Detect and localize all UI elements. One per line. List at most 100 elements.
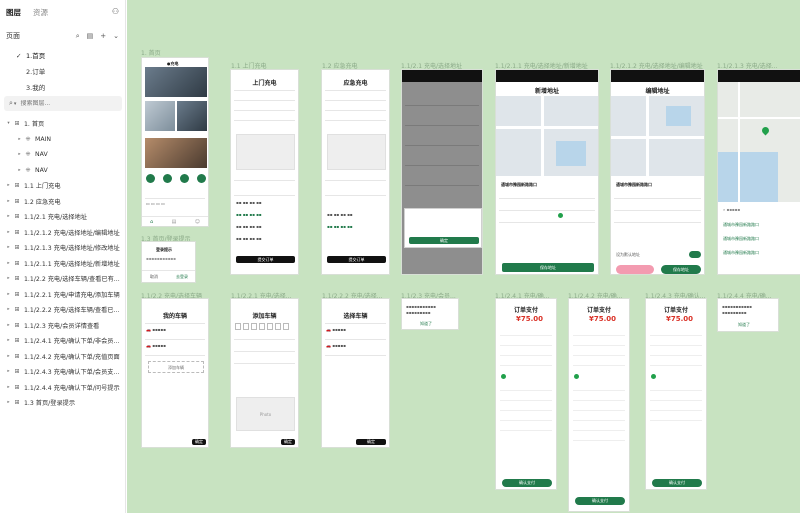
layer-label: 1.2 应急充电 <box>24 198 61 206</box>
save-address-button[interactable]: 保存地址 <box>502 263 594 272</box>
submit-button[interactable]: 提交订单 <box>327 256 386 263</box>
pay-button[interactable]: 确认支付 <box>575 497 625 505</box>
artboard-order-3[interactable]: 订单支付 ¥75.00 确认支付 <box>645 298 707 490</box>
artboard-select-address[interactable]: 确定 <box>401 69 483 275</box>
home-icon[interactable]: ⌂ <box>150 219 153 225</box>
page-item-home[interactable]: ✓ 1.首页 <box>16 48 45 64</box>
caret-right-icon[interactable]: ▸ <box>5 354 12 359</box>
layer-row[interactable]: ▾ ⊞ 1. 首页 <box>0 116 126 132</box>
caret-right-icon[interactable]: ▸ <box>5 369 12 374</box>
artboard-order-2[interactable]: 订单支付 ¥75.00 确认支付 <box>568 298 630 512</box>
address-result[interactable]: 通城市豫园新路路口 <box>723 222 759 228</box>
artboard-add-car[interactable]: 添加车辆 Photo 确定 <box>230 298 299 448</box>
photo-placeholder[interactable]: Photo <box>236 397 295 431</box>
cancel-button[interactable]: 取消 <box>150 274 158 280</box>
caret-right-icon[interactable]: ▸ <box>5 385 12 390</box>
page-item-orders[interactable]: 2.订单 <box>16 64 45 80</box>
artboard-door-charging[interactable]: 上门充电 ▪▪ ▪▪ ▪▪ ▪▪ ▪▪ ▪▪ ▪▪ ▪▪ ▪▪ ▪▪ ▪▪ ▪▪… <box>230 69 299 275</box>
confirm-button[interactable]: 确定 <box>192 439 206 445</box>
artboard-home[interactable]: ●充电 ▭ ▭ ▭ ▭ ⌂ ▤ ☺ <box>141 57 209 227</box>
save-address-button[interactable]: 保存地址 <box>661 265 701 274</box>
tab-layers[interactable]: 图层 <box>6 7 21 18</box>
address-result[interactable]: 通城市豫园新路路口 <box>723 236 759 242</box>
layer-row[interactable]: ▸ ⊞ 1.1/2.3 充电/会员详情查看 <box>0 318 126 334</box>
artboard-order-1[interactable]: 订单支付 ¥75.00 确认支付 <box>495 298 557 490</box>
layer-row[interactable]: ▸ ⊞ 1.1/2.1 充电/选择地址 <box>0 209 126 225</box>
layer-row[interactable]: ▸ ⊞ 1.1 上门充电 <box>0 178 126 194</box>
caret-right-icon[interactable]: ▸ <box>5 261 12 266</box>
layer-search-input[interactable] <box>20 100 101 107</box>
artboard-emergency[interactable]: 应急充电 ▪▪ ▪▪ ▪▪ ▪▪ ▪▪ ▪▪ ▪▪ ▪▪ 提交订单 <box>321 69 390 275</box>
map-view[interactable] <box>611 96 704 176</box>
caret-right-icon[interactable]: ▸ <box>5 230 12 235</box>
confirm-button[interactable]: 确定 <box>356 439 386 445</box>
submit-button[interactable]: 提交订单 <box>236 256 295 263</box>
map-view[interactable] <box>496 96 598 176</box>
ok-button[interactable]: 知道了 <box>738 322 750 328</box>
tab-assets[interactable]: 资源 <box>33 7 48 18</box>
caret-right-icon[interactable]: ▸ <box>5 292 12 297</box>
chevron-down-icon[interactable]: ⌄ <box>113 32 119 41</box>
caret-right-icon[interactable]: ▸ <box>5 245 12 250</box>
page-item-mine[interactable]: 3.我的 <box>16 80 45 96</box>
order-icon[interactable]: ▤ <box>172 219 177 225</box>
search-icon[interactable]: ⌕ <box>76 32 80 41</box>
user-icon[interactable]: ☺ <box>195 219 200 225</box>
artboard-select-car[interactable]: 选择车辆 🚗 ▪▪▪▪▪ 🚗 ▪▪▪▪▪ 确定 <box>321 298 390 448</box>
layer-row[interactable]: ▸ ⊞ 1.1/2.2 充电/选择车辆/查看已有... <box>0 271 126 287</box>
login-button[interactable]: 去登录 <box>176 274 188 280</box>
caret-right-icon[interactable]: ▸ <box>5 214 12 219</box>
add-car-button[interactable]: 添加车辆 <box>148 361 204 373</box>
caret-right-icon[interactable]: ▸ <box>16 152 23 157</box>
page-layout-icon[interactable]: ▤ <box>87 32 94 41</box>
add-page-icon[interactable]: + <box>100 32 106 41</box>
caret-right-icon[interactable]: ▸ <box>5 307 12 312</box>
design-canvas[interactable]: 1. 首页 1.1 上门充电 1.2 应急充电 1.1/2.1 充电/选择地址 … <box>127 0 800 513</box>
caret-right-icon[interactable]: ▸ <box>16 137 23 142</box>
artboard-label[interactable]: 1. 首页 <box>141 48 161 57</box>
artboard-new-address[interactable]: 新增地址 通城市豫园新路路口 保存地址 <box>495 69 599 275</box>
ok-button[interactable]: 知道了 <box>420 321 432 327</box>
artboard-edit-address[interactable]: 编辑地址 通城市豫园新路路口 设为默认地址 保存地址 <box>610 69 705 275</box>
address-result[interactable]: 通城市豫园新路路口 <box>723 250 759 256</box>
caret-right-icon[interactable]: ▸ <box>5 199 12 204</box>
default-toggle[interactable] <box>689 251 701 258</box>
artboard-login-prompt[interactable]: 登录提示 ▪▪▪▪▪▪▪▪▪▪▪ 取消 去登录 <box>141 241 196 283</box>
layer-row[interactable]: ▸ ⊞ 1.1/2.4.2 充电/确认下单/充值页面 <box>0 349 126 365</box>
layer-row[interactable]: ▸ ⊞ 1.1/2.1.3 充电/选择地址/修改地址 <box>0 240 126 256</box>
layer-row[interactable]: ▸ ⊞ 1.1/2.2.1 充电/申请充电/添加车辆 <box>0 287 126 303</box>
confirm-button[interactable]: 确定 <box>281 439 295 445</box>
layer-row[interactable]: ▸ ⊞ 1.1/2.4.4 充电/确认下单/问号提示 <box>0 380 126 396</box>
layer-row[interactable]: ▸ ⊞ 1.1/2.1.1 充电/选择地址/新增地址 <box>0 256 126 272</box>
caret-right-icon[interactable]: ▸ <box>5 400 12 405</box>
plugin-icon[interactable]: ⚇ <box>112 7 119 16</box>
artboard-car-list[interactable]: 我的车辆 🚗 ▪▪▪▪▪ 🚗 ▪▪▪▪▪ 添加车辆 确定 <box>141 298 209 448</box>
map-view[interactable] <box>718 82 800 202</box>
caret-right-icon[interactable]: ▸ <box>16 168 23 173</box>
layer-row[interactable]: ▸ ⁜ MAIN <box>0 132 126 148</box>
layer-row[interactable]: ▸ ⁜ NAV <box>0 163 126 179</box>
artboard-modify-address[interactable]: ⌕ ▪▪▪▪▪ 通城市豫园新路路口 通城市豫园新路路口 通城市豫园新路路口 <box>717 69 800 275</box>
plate-input[interactable] <box>235 323 289 330</box>
caret-right-icon[interactable]: ▸ <box>5 323 12 328</box>
layer-row[interactable]: ▸ ⊞ 1.1/2.4.3 充电/确认下单/会员支... <box>0 364 126 380</box>
delete-button[interactable] <box>616 265 654 274</box>
artboard-member-tip[interactable]: ▪▪▪▪▪▪▪▪▪▪▪ ▪▪▪▪▪▪▪▪▪ 知道了 <box>401 298 459 330</box>
caret-right-icon[interactable]: ▸ <box>5 276 12 281</box>
radio-checked-icon[interactable] <box>558 213 563 218</box>
layer-row[interactable]: ▸ ⊞ 1.3 首页/登录提示 <box>0 395 126 411</box>
layer-row[interactable]: ▸ ⁜ NAV <box>0 147 126 163</box>
layer-row[interactable]: ▸ ⊞ 1.1/2.2.2 充电/选择车辆/查看已... <box>0 302 126 318</box>
caret-right-icon[interactable]: ▸ <box>5 338 12 343</box>
pay-button[interactable]: 确认支付 <box>652 479 702 487</box>
layer-row[interactable]: ▸ ⊞ 1.1/2.1.2 充电/选择地址/编辑地址 <box>0 225 126 241</box>
layer-row[interactable]: ▸ ⊞ 1.1/2.4.1 充电/确认下单/非会员... <box>0 333 126 349</box>
order-price: ¥75.00 <box>666 315 694 323</box>
artboard-order-4[interactable]: ▪▪▪▪▪▪▪▪▪▪▪ ▪▪▪▪▪▪▪▪▪ 知道了 <box>717 298 779 332</box>
caret-down-icon[interactable]: ▾ <box>5 121 12 126</box>
confirm-button[interactable]: 确定 <box>409 237 479 244</box>
layer-search[interactable]: ⌕ ▾ <box>4 96 122 111</box>
pay-button[interactable]: 确认支付 <box>502 479 552 487</box>
layer-row[interactable]: ▸ ⊞ 1.2 应急充电 <box>0 194 126 210</box>
caret-right-icon[interactable]: ▸ <box>5 183 12 188</box>
